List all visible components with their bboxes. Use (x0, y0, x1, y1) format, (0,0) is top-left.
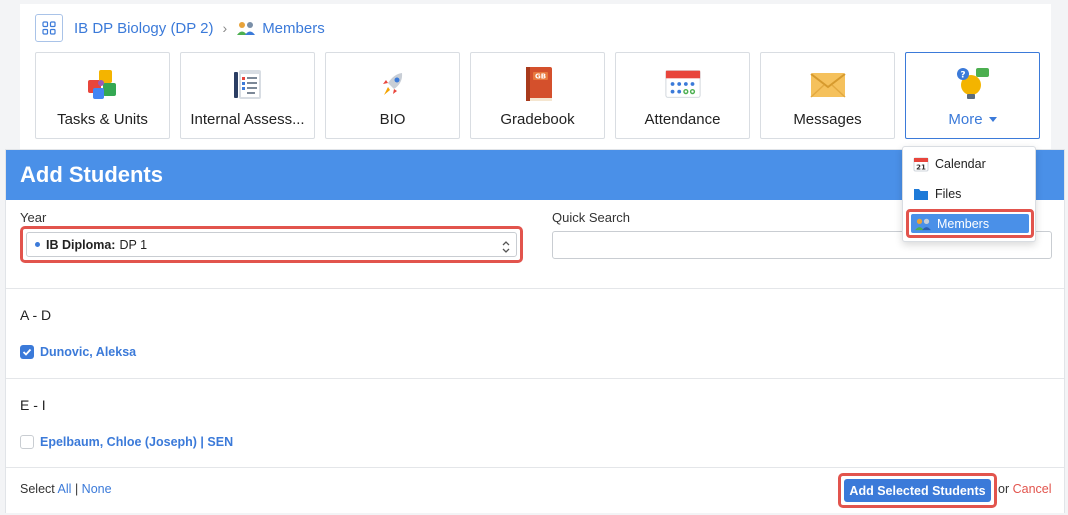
add-button-highlight: Add Selected Students (838, 473, 997, 508)
envelope-icon (809, 65, 847, 103)
tile-internal-assessment[interactable]: Internal Assess... (180, 52, 315, 139)
tile-label: Attendance (644, 111, 721, 128)
tile-label: BIO (379, 111, 406, 128)
select-links: Select All | None (20, 482, 112, 496)
menu-item-files[interactable]: Files (912, 184, 961, 204)
gradebook-icon: GB (519, 65, 557, 103)
student-row-epelbaum[interactable]: Epelbaum, Chloe (Joseph) | SEN (20, 435, 233, 449)
cancel-link[interactable]: Cancel (1013, 482, 1052, 496)
select-all-link[interactable]: All (58, 482, 72, 496)
menu-item-label: Members (937, 216, 990, 231)
menu-item-label: Files (935, 187, 962, 201)
course-header: IB DP Biology (DP 2) › Members Tasks & U… (20, 4, 1051, 149)
checkbox-unchecked[interactable] (20, 435, 34, 449)
menu-item-highlight: Members (906, 209, 1034, 238)
quick-search-label: Quick Search (552, 210, 631, 225)
breadcrumb-separator: › (222, 20, 228, 36)
svg-text:GB: GB (534, 73, 545, 81)
divider (6, 378, 1064, 379)
student-name: Epelbaum, Chloe (Joseph) | SEN (40, 435, 234, 449)
select-arrows-icon (502, 241, 510, 253)
select-separator: | (74, 482, 79, 496)
check-icon (22, 348, 32, 356)
puzzle-icon (84, 65, 122, 103)
status-dot (35, 242, 40, 247)
divider (6, 288, 1064, 289)
group-title-e-i: E - I (20, 397, 46, 413)
breadcrumb-course-link[interactable]: IB DP Biology (DP 2) (74, 20, 214, 37)
tile-gradebook[interactable]: GB Gradebook (470, 52, 605, 139)
attendance-calendar-icon (664, 65, 702, 103)
tile-label: Internal Assess... (190, 111, 305, 128)
tile-bio[interactable]: BIO (325, 52, 460, 139)
more-label: More (948, 111, 983, 128)
clipboard-icon (229, 65, 267, 103)
tile-label: More (910, 111, 1035, 128)
tile-more[interactable]: ? More (905, 52, 1040, 139)
members-icon (914, 216, 932, 232)
tile-label: Gradebook (500, 111, 575, 128)
menu-item-label: Calendar (935, 157, 986, 171)
caret-down-icon (988, 116, 997, 122)
breadcrumb: IB DP Biology (DP 2) › Members (35, 14, 325, 42)
year-select[interactable]: IB Diploma: DP 1 (26, 232, 517, 257)
year-value-program: IB Diploma: (46, 237, 116, 252)
menu-item-members[interactable]: Members (911, 214, 1029, 233)
select-label: Select (20, 482, 55, 496)
add-selected-students-button[interactable]: Add Selected Students (844, 479, 991, 502)
year-value: DP 1 (119, 237, 148, 252)
breadcrumb-current[interactable]: Members (262, 20, 325, 37)
tile-attendance[interactable]: Attendance (615, 52, 750, 139)
rocket-icon (374, 65, 412, 103)
calendar-icon: 21 (912, 156, 930, 172)
apps-grid-icon[interactable] (35, 14, 63, 42)
year-label: Year (20, 210, 47, 225)
year-select-highlight: IB Diploma: DP 1 (20, 226, 523, 263)
more-dropdown-menu: 21 Calendar Files Members (902, 146, 1036, 242)
select-none-link[interactable]: None (82, 482, 112, 496)
tile-label: Messages (793, 111, 862, 128)
or-text: or (998, 482, 1010, 496)
calendar-badge: 21 (916, 164, 926, 172)
tile-messages[interactable]: Messages (760, 52, 895, 139)
folder-icon (912, 186, 930, 202)
members-icon (236, 20, 256, 36)
group-title-a-d: A - D (20, 307, 52, 323)
lightbulb-chat-icon: ? (954, 65, 992, 103)
tile-label: Tasks & Units (57, 111, 148, 128)
or-cancel: or Cancel (998, 482, 1052, 496)
tile-tasks-units[interactable]: Tasks & Units (35, 52, 170, 139)
student-name: Dunovic, Aleksa (40, 345, 137, 359)
svg-text:?: ? (960, 71, 965, 81)
student-row-dunovic[interactable]: Dunovic, Aleksa (20, 345, 136, 359)
menu-item-calendar[interactable]: 21 Calendar (912, 154, 986, 174)
panel-footer: Select All | None Add Selected Students … (6, 468, 1064, 513)
tool-tiles: Tasks & Units Internal Assess... BIO GB … (35, 52, 1040, 139)
checkbox-checked[interactable] (20, 345, 34, 359)
